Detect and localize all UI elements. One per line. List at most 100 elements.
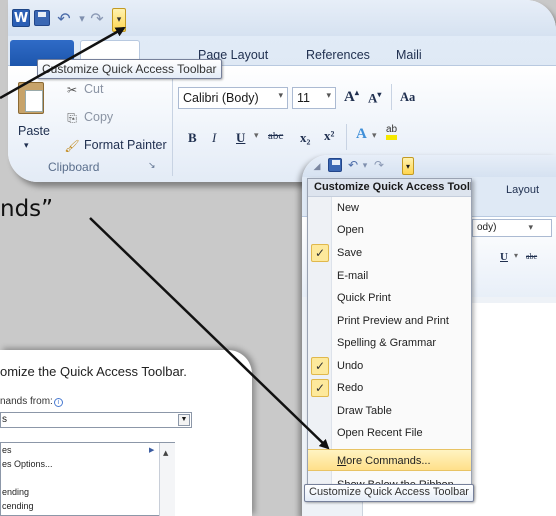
menu-item-draw-table[interactable]: Draw Table xyxy=(308,400,471,422)
underline-button-right[interactable]: U xyxy=(500,251,508,263)
list-scrollbar[interactable] xyxy=(159,443,175,516)
checkmark-icon: ✓ xyxy=(311,244,329,262)
save-icon[interactable] xyxy=(34,10,50,26)
menu-item-new[interactable]: New xyxy=(308,197,471,219)
tab-page-layout-right[interactable]: Layout xyxy=(506,184,539,196)
font-name-select-right[interactable]: ody) ▾ xyxy=(472,219,552,237)
menu-item-email[interactable]: E-mail xyxy=(308,265,471,287)
quick-access-toolbar-right: ◢ ↶ ▾ ↷ ▾ xyxy=(302,155,556,177)
redo-icon[interactable]: ↷ xyxy=(88,8,106,28)
undo-dropdown-icon[interactable]: ▾ xyxy=(360,157,370,173)
clipboard-launcher-icon[interactable]: ↘ xyxy=(148,160,156,171)
bold-button[interactable]: B xyxy=(188,130,197,146)
dialog-title: omize the Quick Access Toolbar. xyxy=(0,364,187,379)
customize-qat-icon[interactable]: ▾ xyxy=(402,157,414,175)
menu-item-open-recent[interactable]: Open Recent File xyxy=(308,422,471,444)
paste-dropdown-icon[interactable]: ▾ xyxy=(24,140,29,151)
format-painter-button[interactable]: Format Painter xyxy=(84,138,167,152)
format-painter-icon: 🖌 xyxy=(64,139,80,153)
choose-commands-text: nands from: xyxy=(0,396,53,407)
text-effects-button[interactable]: A xyxy=(356,126,367,143)
submenu-arrow-icon: ▶ xyxy=(149,446,155,454)
font-size-select[interactable]: 11 ▾ xyxy=(292,87,336,109)
highlight-button[interactable]: ab xyxy=(386,124,398,140)
divider xyxy=(346,124,347,150)
menu-item-label: Print Preview and Print xyxy=(337,315,449,327)
menu-item-print-preview[interactable]: Print Preview and Print xyxy=(308,310,471,332)
menu-item-label: Save xyxy=(337,247,363,259)
menu-item-label: E-mail xyxy=(337,270,369,282)
choose-commands-select[interactable]: s ▼ xyxy=(0,412,192,428)
list-item[interactable]: es Options... xyxy=(2,459,53,469)
qat-edge-icon: ◢ xyxy=(313,160,321,171)
underline-dropdown-icon[interactable]: ▾ xyxy=(254,130,259,141)
menu-item-label: Draw Table xyxy=(337,405,392,417)
select-value: s xyxy=(2,414,7,425)
callout-text: nds” xyxy=(0,196,54,222)
chevron-down-icon: ▾ xyxy=(278,90,283,100)
word-logo-icon[interactable]: W xyxy=(12,9,30,27)
quick-access-toolbar: W ↶ ▾ ↷ ▾ xyxy=(8,0,556,36)
redo-icon[interactable]: ↷ xyxy=(372,157,386,173)
save-icon[interactable] xyxy=(328,158,342,172)
menu-item-label: Quick Print xyxy=(337,292,391,304)
scissors-icon: ✂ xyxy=(66,83,78,97)
info-icon: i xyxy=(53,398,63,407)
underline-button[interactable]: U xyxy=(236,130,245,146)
menu-item-open[interactable]: Open xyxy=(308,219,471,241)
menu-item-label: Open Recent File xyxy=(337,427,423,439)
menu-item-save[interactable]: ✓ Save xyxy=(308,242,471,264)
menu-item-label: Redo xyxy=(337,382,364,394)
menu-item-quick-print[interactable]: Quick Print xyxy=(308,287,471,309)
grow-font-button[interactable]: A▴ xyxy=(344,88,359,106)
tab-references[interactable]: References xyxy=(306,48,370,62)
subscript-button[interactable]: x₂ xyxy=(300,130,310,146)
shrink-font-button[interactable]: A▾ xyxy=(368,90,381,106)
group-divider xyxy=(172,66,173,176)
commands-list[interactable]: es ▶ es Options... ending cending xyxy=(0,442,175,516)
font-name-select[interactable]: Calibri (Body) ▾ xyxy=(178,87,288,109)
menu-item-spelling[interactable]: Spelling & Grammar xyxy=(308,332,471,354)
word-options-dialog: omize the Quick Access Toolbar. nands fr… xyxy=(0,350,252,516)
divider xyxy=(391,84,392,110)
text-effects-dropdown-icon[interactable]: ▾ xyxy=(372,130,377,141)
italic-button[interactable]: I xyxy=(212,130,216,146)
list-item[interactable]: cending xyxy=(2,501,34,511)
font-name-value: Calibri (Body) xyxy=(183,91,259,105)
cut-button[interactable]: Cut xyxy=(84,82,103,96)
menu-item-more-commands[interactable]: More Commands... xyxy=(308,449,471,471)
customize-qat-icon[interactable]: ▾ xyxy=(112,8,126,32)
chevron-down-icon: ▼ xyxy=(178,414,190,426)
menu-item-undo[interactable]: ✓ Undo xyxy=(308,355,471,377)
customize-qat-tooltip-bottom: Customize Quick Access Toolbar xyxy=(304,484,474,502)
strikethrough-button[interactable]: abc xyxy=(268,130,283,142)
font-size-value: 11 xyxy=(297,91,310,105)
menu-item-label: New xyxy=(337,202,360,214)
paste-button[interactable]: Paste xyxy=(18,124,50,138)
checkmark-icon: ✓ xyxy=(311,379,329,397)
menu-item-label: Spelling & Grammar xyxy=(337,337,437,349)
tab-mailings[interactable]: Maili xyxy=(396,48,422,62)
menu-item-redo[interactable]: ✓ Redo xyxy=(308,377,471,399)
menu-title: Customize Quick Access Toolbar xyxy=(308,179,471,197)
copy-button[interactable]: Copy xyxy=(84,110,113,124)
customize-qat-tooltip: Customize Quick Access Toolbar xyxy=(37,59,222,79)
copy-icon: ⎘ xyxy=(67,110,77,125)
change-case-button[interactable]: Aa xyxy=(400,90,415,105)
strikethrough-button-right[interactable]: abc xyxy=(526,252,537,261)
undo-dropdown-icon[interactable]: ▾ xyxy=(76,8,88,28)
menu-item-label: Undo xyxy=(337,360,364,372)
list-item[interactable]: ending xyxy=(2,487,29,497)
checkmark-icon: ✓ xyxy=(311,357,329,375)
customize-qat-menu: Customize Quick Access Toolbar New Open … xyxy=(307,178,472,498)
menu-item-accel: M xyxy=(337,455,347,467)
list-item[interactable]: es xyxy=(2,445,12,455)
superscript-button[interactable]: x² xyxy=(324,128,334,144)
underline-dropdown-icon[interactable]: ▾ xyxy=(514,251,518,260)
paste-icon[interactable] xyxy=(18,82,44,114)
undo-icon[interactable]: ↶ xyxy=(54,8,74,28)
menu-item-label: ore Commands... xyxy=(346,455,431,467)
undo-icon[interactable]: ↶ xyxy=(346,157,360,173)
clipboard-group-label: Clipboard xyxy=(48,160,100,174)
chevron-down-icon: ▾ xyxy=(528,222,533,232)
